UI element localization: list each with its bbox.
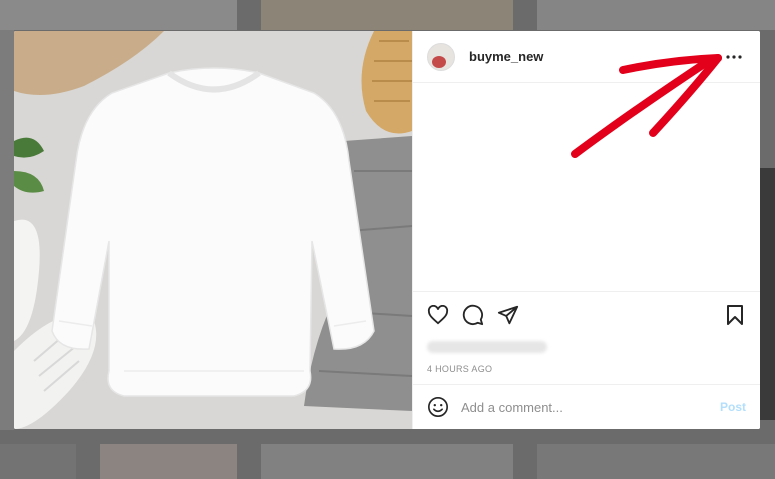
smiley-icon[interactable] <box>427 396 449 418</box>
background-post-thumbnail <box>261 444 513 479</box>
comments-list <box>413 83 760 292</box>
comment-input[interactable] <box>461 399 720 415</box>
post-timestamp: 4 HOURS AGO <box>413 356 760 385</box>
more-horizontal-icon[interactable] <box>722 45 746 69</box>
post-comment-button[interactable]: Post <box>720 400 746 414</box>
sweatshirt-flatlay-illustration <box>14 31 412 429</box>
heart-icon[interactable] <box>426 303 450 327</box>
background-post-thumbnail <box>0 0 237 30</box>
likes-count-blurred <box>427 338 746 356</box>
bookmark-icon[interactable] <box>723 303 747 327</box>
background-post-thumbnail <box>100 444 237 479</box>
background-post-thumbnail <box>0 444 76 479</box>
avatar[interactable] <box>427 42 455 71</box>
action-bar <box>413 292 760 338</box>
background-post-thumbnail <box>261 0 513 30</box>
post-details-panel: buyme_new 4 HOURS AGO Add a comment... P… <box>412 31 760 429</box>
username[interactable]: buyme_new <box>469 49 543 64</box>
post-modal: buyme_new 4 HOURS AGO Add a comment... P… <box>14 31 760 429</box>
background-post-thumbnail <box>537 444 775 479</box>
post-image[interactable] <box>14 31 412 429</box>
paper-plane-icon[interactable] <box>496 303 520 327</box>
background-post-thumbnail <box>760 168 775 420</box>
comment-bubble-icon[interactable] <box>461 303 485 327</box>
background-post-thumbnail <box>537 0 775 30</box>
add-comment-row: Post <box>413 385 760 429</box>
background-post-thumbnail <box>0 30 14 430</box>
post-header: buyme_new <box>413 31 760 83</box>
